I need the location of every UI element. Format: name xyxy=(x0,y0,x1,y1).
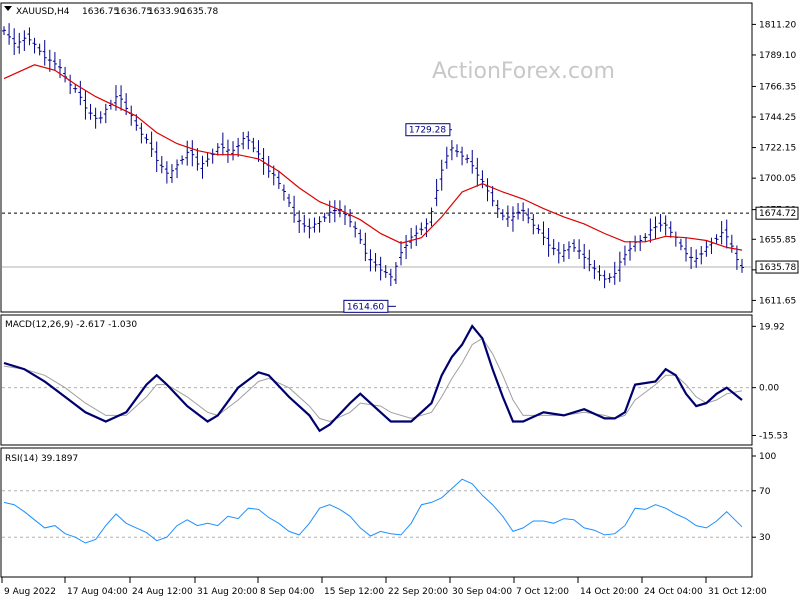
x-tick-label: 24 Oct 04:00 xyxy=(644,587,703,597)
macd-y-tick-label: 0.00 xyxy=(759,384,779,394)
price-y-tick-label: 1811.20 xyxy=(759,20,796,30)
macd-y-tick-label: -15.53 xyxy=(759,431,788,441)
high-value: 1636.75 xyxy=(115,7,152,17)
x-tick-label: 9 Aug 2022 xyxy=(4,587,56,597)
symbol-label: XAUUSD,H4 xyxy=(16,7,70,17)
rsi-y-tick-label: 100 xyxy=(759,452,776,462)
x-tick-label: 17 Aug 04:00 xyxy=(67,587,128,597)
rsi-y-tick-label: 30 xyxy=(759,533,771,543)
price-y-tick-label: 1700.05 xyxy=(759,174,796,184)
x-tick-label: 24 Aug 12:00 xyxy=(132,587,193,597)
watermark: ActionForex.com xyxy=(432,59,615,84)
price-annotation: 1729.28 xyxy=(405,123,452,137)
macd-title: MACD(12,26,9) -2.617 -1.030 xyxy=(5,320,137,330)
x-tick-label: 31 Oct 12:00 xyxy=(708,587,767,597)
xauusd-chart: ActionForex.com XAUUSD,H4 1636.75 1636.7… xyxy=(0,0,800,600)
x-tick-label: 14 Oct 20:00 xyxy=(580,587,639,597)
rsi-title: RSI(14) 39.1897 xyxy=(5,454,78,464)
x-tick-label: 7 Oct 12:00 xyxy=(516,587,569,597)
price-y-tick-label: 1655.85 xyxy=(759,235,796,245)
level-label: 1635.78 xyxy=(759,263,796,273)
level-label: 1674.72 xyxy=(759,209,796,219)
x-tick-label: 22 Sep 20:00 xyxy=(388,587,448,597)
low-value: 1633.90 xyxy=(148,7,185,17)
x-tick-label: 31 Aug 20:00 xyxy=(197,587,258,597)
price-y-tick-label: 1611.65 xyxy=(759,296,796,306)
x-tick-label: 8 Sep 04:00 xyxy=(260,587,315,597)
macd-y-tick-label: 19.92 xyxy=(759,322,785,332)
price-y-tick-label: 1744.25 xyxy=(759,113,796,123)
x-tick-label: 15 Sep 12:00 xyxy=(324,587,384,597)
x-tick-label: 30 Sep 04:00 xyxy=(452,587,512,597)
price-y-tick-label: 1722.15 xyxy=(759,144,796,154)
rsi-y-tick-label: 70 xyxy=(759,487,771,497)
chart-svg: ActionForex.com XAUUSD,H4 1636.75 1636.7… xyxy=(0,0,800,600)
open-value: 1636.75 xyxy=(82,7,119,17)
price-y-tick-label: 1766.35 xyxy=(759,82,796,92)
annotation-label: 1614.60 xyxy=(347,302,384,312)
price-y-tick-label: 1789.10 xyxy=(759,51,796,61)
close-value: 1635.78 xyxy=(181,7,218,17)
annotation-label: 1729.28 xyxy=(409,126,446,136)
price-annotation: 1614.60 xyxy=(343,299,396,313)
